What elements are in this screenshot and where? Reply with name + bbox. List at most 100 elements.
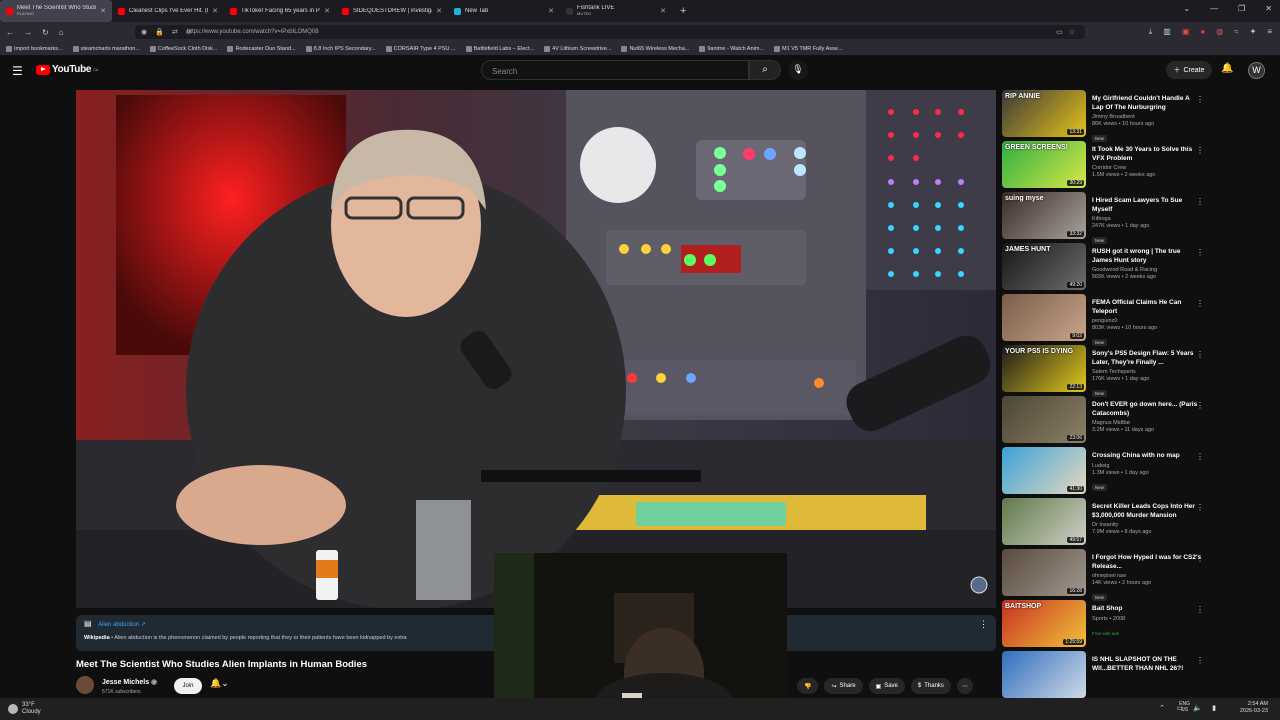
recommendation-channel[interactable]: Magnus Midtbø <box>1092 420 1202 426</box>
bookmark-item[interactable]: 9anime - Watch Anim... <box>699 45 764 52</box>
bookmark-item[interactable]: CoffeeSock Cloth Disk... <box>149 45 217 52</box>
downloads-icon[interactable]: ⤓ <box>1149 27 1153 37</box>
battery-icon[interactable]: ▮ <box>1212 704 1216 712</box>
menu-icon[interactable]: ≡ <box>1267 27 1272 37</box>
browser-tab[interactable]: New Tab ✕ <box>448 0 560 22</box>
site-info-icons[interactable]: ◉🔒⇄⊘ <box>141 28 200 36</box>
recommendation-title[interactable]: Secret Killer Leads Cops Into Her $3,000… <box>1092 503 1202 520</box>
share-button[interactable]: ↪ Share <box>824 678 863 694</box>
recommendation-channel[interactable]: Ludwig <box>1092 463 1202 469</box>
more-options-icon[interactable]: ⋮ <box>1196 248 1204 257</box>
browser-tab[interactable]: TikToker Facing 65 years in Pris ✕ <box>224 0 336 22</box>
video-thumbnail[interactable]: GREEN SCREENS! 30:29 <box>1002 141 1086 188</box>
maximize-icon[interactable]: ❐ <box>1238 4 1245 13</box>
dislike-button[interactable]: 👎 <box>797 678 819 694</box>
video-thumbnail[interactable]: 49:57 <box>1002 498 1086 545</box>
browser-tab[interactable]: Meet The Scientist Who Studies PLAYING ✕ <box>0 0 112 22</box>
bookmark-item[interactable]: 8.8 Inch IPS Secondary... <box>305 45 376 52</box>
search-button[interactable]: ⌕ <box>749 60 781 80</box>
recommendation-title[interactable]: Bait Shop <box>1092 605 1202 614</box>
youtube-extension-icon[interactable]: ● <box>1200 27 1205 37</box>
browser-tab[interactable]: SIDEQUESTDREW | investigate ✕ <box>336 0 448 22</box>
hamburger-menu-icon[interactable]: ☰ <box>12 64 23 78</box>
recommendation-item[interactable]: RIP ANNIE 13:31 My Girlfriend Couldn't Han… <box>1002 90 1212 142</box>
more-options-icon[interactable]: ⋮ <box>1196 656 1204 665</box>
youtube-logo[interactable]: YouTube CA <box>36 64 98 75</box>
video-thumbnail[interactable]: RIP ANNIE 13:31 <box>1002 90 1086 137</box>
forward-icon[interactable]: → <box>24 28 32 37</box>
more-options-icon[interactable]: ⋮ <box>1196 350 1204 359</box>
display-icon[interactable]: ▭ <box>1177 704 1184 712</box>
close-tab-icon[interactable]: ✕ <box>660 7 666 15</box>
video-thumbnail[interactable]: 9:02 <box>1002 294 1086 341</box>
chevron-up-icon[interactable]: ⌃ <box>1159 704 1165 712</box>
recommendation-title[interactable]: Sony's PS5 Design Flaw: 5 Years Later, T… <box>1092 350 1202 367</box>
recommendation-title[interactable]: My Girlfriend Couldn't Handle A Lap Of T… <box>1092 95 1202 112</box>
recommendation-title[interactable]: I Hired Scam Lawyers To Sue Myself <box>1092 197 1202 214</box>
recommendation-title[interactable]: Crossing China with no map <box>1092 452 1202 461</box>
bookmark-item[interactable]: Battlefield Labs – Elect... <box>465 45 534 52</box>
more-options-icon[interactable]: ⋮ <box>1196 605 1204 614</box>
recommendation-item[interactable]: 23:06 Don't EVER go down here... (Paris C… <box>1002 396 1212 447</box>
notifications-bell-icon[interactable]: 🔔 <box>1221 63 1233 74</box>
recommendation-item[interactable]: 9:02 FEMA Official Claims He Can Teleport… <box>1002 294 1212 346</box>
browser-tab[interactable]: Fishtank LIVE MUTED ✕ <box>560 0 672 22</box>
extension-icon[interactable]: ◍ <box>1216 27 1223 37</box>
volume-icon[interactable]: 🔈 <box>1193 704 1202 712</box>
close-tab-icon[interactable]: ✕ <box>436 7 442 15</box>
recommendation-title[interactable]: FEMA Official Claims He Can Teleport <box>1092 299 1202 316</box>
thanks-button[interactable]: $ Thanks <box>910 678 951 694</box>
more-options-icon[interactable]: ⋮ <box>1196 401 1204 410</box>
more-options-icon[interactable]: ⋮ <box>1196 452 1204 461</box>
recommendation-channel[interactable]: Corridor Crew <box>1092 165 1202 171</box>
recommendation-channel[interactable]: penguinz0 <box>1092 318 1202 324</box>
notification-bell-dropdown[interactable]: 🔔⌄ <box>210 678 229 689</box>
video-thumbnail[interactable]: JAMES HUNT 49:20 <box>1002 243 1086 290</box>
video-thumbnail[interactable]: BAITSHOP 1:25:59 <box>1002 600 1086 647</box>
video-thumbnail[interactable]: 41:30 <box>1002 447 1086 494</box>
more-options-icon[interactable]: ⋮ <box>979 619 988 630</box>
recommendation-channel[interactable]: Kitboga <box>1092 216 1202 222</box>
more-actions-button[interactable]: ⋯ <box>956 678 973 694</box>
close-window-icon[interactable]: ✕ <box>1265 4 1272 13</box>
back-icon[interactable]: ← <box>6 28 14 37</box>
bookmark-item[interactable]: steamcharts marathon... <box>72 45 140 52</box>
recommendation-title[interactable]: IS NHL SLAPSHOT ON THE WII...BETTER THAN… <box>1092 656 1202 673</box>
bookmark-item[interactable]: CORSAIR Type 4 PSU ... <box>385 45 456 52</box>
more-options-icon[interactable]: ⋮ <box>1196 95 1204 104</box>
account-avatar[interactable]: W <box>1248 62 1265 79</box>
close-tab-icon[interactable]: ✕ <box>100 7 106 15</box>
voice-search-button[interactable]: 🎙 <box>788 60 808 80</box>
join-button[interactable]: Join <box>174 678 202 694</box>
new-tab-button[interactable]: + <box>680 5 686 17</box>
system-clock[interactable]: 2:54 AM 2026-03-23 <box>1240 701 1268 715</box>
extensions-icon[interactable]: ✦ <box>1250 27 1257 37</box>
address-bar[interactable]: ◉🔒⇄⊘ https://www.youtube.com/watch?v=iPx… <box>135 25 1085 39</box>
recommendation-item[interactable]: 41:30 Crossing China with no map Ludwig 1.3… <box>1002 447 1212 498</box>
recommendation-title[interactable]: RUSH got it wrong | The true James Hunt … <box>1092 248 1202 265</box>
close-tab-icon[interactable]: ✕ <box>212 7 218 15</box>
video-thumbnail[interactable]: YOUR PS5 IS DYING 22:13 <box>1002 345 1086 392</box>
recommendation-title[interactable]: Don't EVER go down here... (Paris Cataco… <box>1092 401 1202 418</box>
video-thumbnail[interactable]: suing myse 33:32 <box>1002 192 1086 239</box>
recommendation-item[interactable]: 49:57 Secret Killer Leads Cops Into Her $… <box>1002 498 1212 549</box>
close-tab-icon[interactable]: ✕ <box>324 7 330 15</box>
bookmark-item[interactable]: Rodecaster Duo Stand... <box>227 45 296 52</box>
info-panel-title[interactable]: Alien abduction ↗ <box>98 621 146 628</box>
recommendation-channel[interactable]: Goodwood Road & Racing <box>1092 267 1202 273</box>
video-thumbnail[interactable]: 23:06 <box>1002 396 1086 443</box>
bookmark-item[interactable]: M1 V5 TMR Fully Asse... <box>774 45 842 52</box>
save-button[interactable]: ▣ Save <box>868 678 905 694</box>
recommendation-title[interactable]: I Forgot How Hyped I was for CS2's Relea… <box>1092 554 1202 571</box>
recommendation-item[interactable]: IS NHL SLAPSHOT ON THE WII...BETTER THAN… <box>1002 651 1212 700</box>
more-options-icon[interactable]: ⋮ <box>1196 146 1204 155</box>
bookmark-item[interactable]: 4V Lithium Screwdrive... <box>544 45 611 52</box>
recommendation-item[interactable]: suing myse 33:32 I Hired Scam Lawyers To S… <box>1002 192 1212 244</box>
channel-name[interactable]: Jesse Michels ◉ <box>102 678 157 686</box>
video-thumbnail[interactable] <box>1002 651 1086 698</box>
close-tab-icon[interactable]: ✕ <box>548 7 554 15</box>
reload-icon[interactable]: ↻ <box>42 28 49 37</box>
library-icon[interactable]: ▥ <box>1163 27 1171 37</box>
browser-tab[interactable]: Cleanest Clips I've Ever Hit. (R ✕ <box>112 0 224 22</box>
recommendation-channel[interactable]: ohnepixel raw <box>1092 573 1202 579</box>
